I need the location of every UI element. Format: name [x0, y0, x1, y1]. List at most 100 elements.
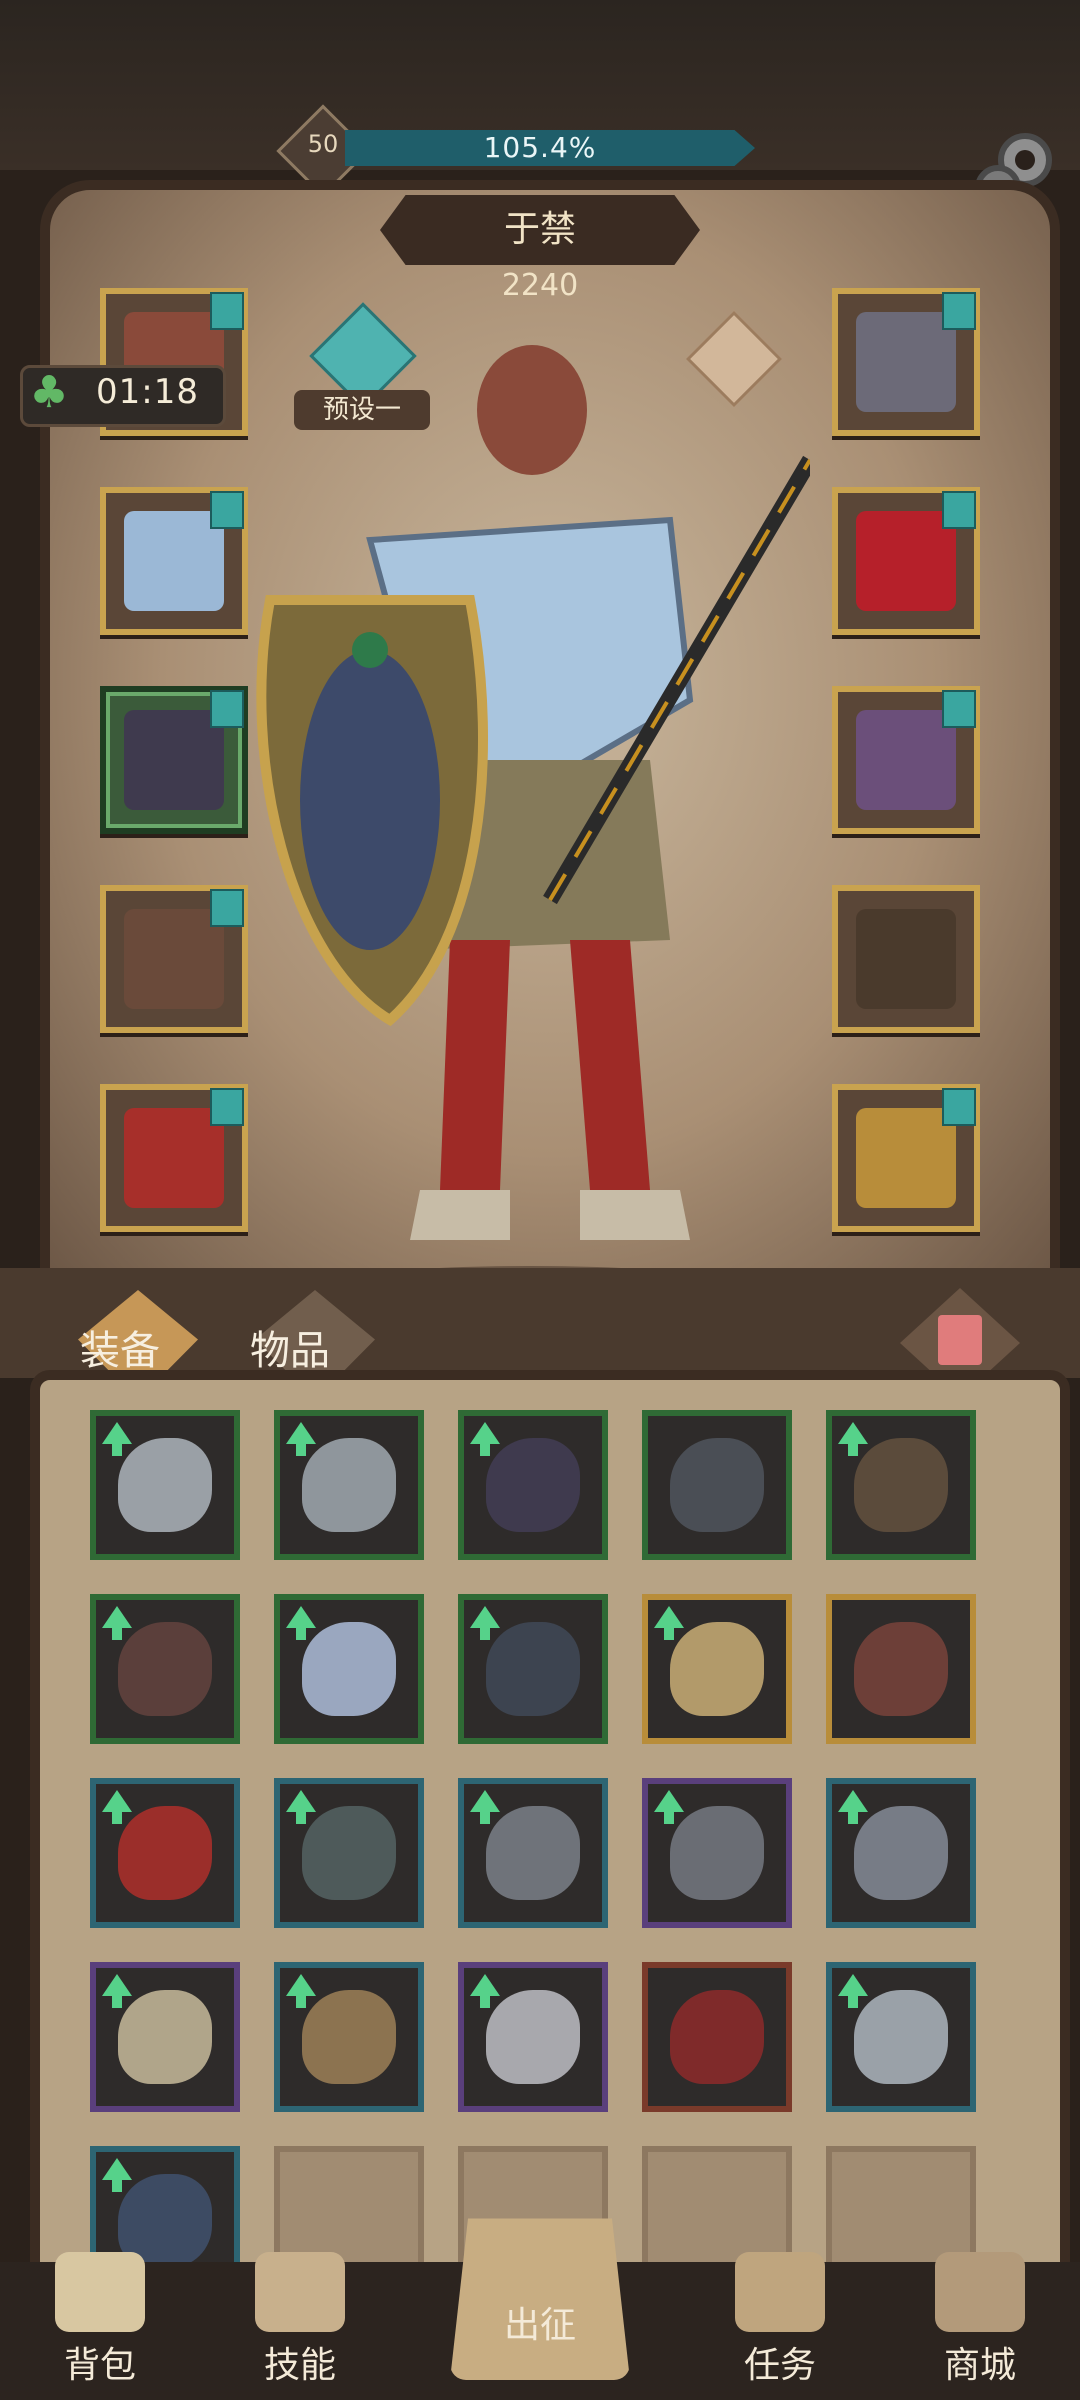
pants-icon [118, 1622, 212, 1716]
upgrade-arrow-icon [102, 1422, 132, 1456]
inventory-slot[interactable] [458, 1962, 608, 2112]
tab-equipment[interactable]: 装备 [80, 1318, 160, 1376]
inventory-slot[interactable] [274, 1962, 424, 2112]
quest-scroll-icon [735, 2252, 825, 2332]
ring-slot[interactable] [832, 487, 980, 635]
nav-backpack[interactable]: 背包 [0, 2252, 200, 2388]
nav-battle-label: 出征 [503, 2305, 576, 2346]
boots-icon [302, 1806, 396, 1900]
inventory-slot[interactable] [274, 1410, 424, 1560]
upgrade-arrow-icon [102, 1974, 132, 2008]
dark-gauntlet-icon [124, 710, 224, 810]
boots-icon [670, 1990, 764, 2084]
hero-character-figure [250, 340, 817, 1320]
boots-slot[interactable] [100, 1084, 248, 1232]
chest-armor-icon [486, 1990, 580, 2084]
inventory-slot[interactable] [90, 1410, 240, 1560]
inventory-slot[interactable] [642, 1594, 792, 1744]
inventory-slot[interactable] [826, 1962, 976, 2112]
upgrade-badge [210, 1088, 244, 1126]
hood-icon [670, 1438, 764, 1532]
ring-icon [302, 1438, 396, 1532]
inventory-slot[interactable] [90, 1594, 240, 1744]
upgrade-arrow-icon [102, 1606, 132, 1640]
bracer-icon [486, 1622, 580, 1716]
hero-name: 于禁 [503, 209, 576, 250]
boots-icon [854, 1438, 948, 1532]
pants-slot[interactable] [100, 885, 248, 1033]
upgrade-badge [210, 690, 244, 728]
offhand-slot[interactable] [832, 885, 980, 1033]
inventory-slot[interactable] [90, 1962, 240, 2112]
inventory-slot[interactable] [642, 1778, 792, 1928]
upgrade-arrow-icon [286, 1422, 316, 1456]
gloves-slot[interactable] [100, 686, 248, 834]
upgrade-badge [210, 491, 244, 529]
inventory-slot[interactable] [90, 1778, 240, 1928]
red-boots-icon [124, 1108, 224, 1208]
upgrade-badge [210, 292, 244, 330]
inventory-slot[interactable] [458, 1594, 608, 1744]
upgrade-arrow-icon [286, 1790, 316, 1824]
golden-shield-icon [856, 1108, 956, 1208]
backpack-icon [55, 2252, 145, 2332]
upgrade-arrow-icon [286, 1974, 316, 2008]
battle-map-icon[interactable] [450, 2218, 630, 2380]
inventory-slot[interactable] [274, 1594, 424, 1744]
upgrade-arrow-icon [838, 1790, 868, 1824]
upgrade-arrow-icon [102, 1790, 132, 1824]
inventory-slot[interactable] [642, 1962, 792, 2112]
upgrade-badge [942, 491, 976, 529]
ring-icon [118, 1438, 212, 1532]
hero-power: 2240 [501, 268, 579, 303]
amulet-icon [118, 1806, 212, 1900]
upgrade-arrow-icon [470, 1606, 500, 1640]
upgrade-arrow-icon [470, 1974, 500, 2008]
nav-skills-label: 技能 [263, 2345, 336, 2386]
inventory-slot[interactable] [458, 1778, 608, 1928]
upgrade-arrow-icon [838, 1422, 868, 1456]
nav-shop[interactable]: 商城 [880, 2252, 1080, 2388]
gauntlet-icon [486, 1438, 580, 1532]
inventory-slot[interactable] [826, 1594, 976, 1744]
sword-icon [486, 1806, 580, 1900]
upgrade-badge [942, 292, 976, 330]
timer-text: 01:18 [96, 372, 199, 412]
upgrade-arrow-icon [838, 1974, 868, 2008]
nav-backpack-label: 背包 [63, 2345, 136, 2386]
ring-icon [854, 1806, 948, 1900]
inventory-slot[interactable] [274, 1778, 424, 1928]
nav-shop-label: 商城 [943, 2345, 1016, 2386]
upgrade-arrow-icon [470, 1422, 500, 1456]
xp-percent-text: 105.4% [483, 131, 597, 164]
tab-items[interactable]: 物品 [250, 1318, 330, 1376]
ice-armor-icon [124, 511, 224, 611]
weapon-slot[interactable] [832, 686, 980, 834]
nav-battle[interactable]: 出征 [440, 2292, 640, 2348]
necklace-slot[interactable] [832, 288, 980, 436]
trash-icon [938, 1315, 982, 1365]
leather-skirt-icon [124, 909, 224, 1009]
helmet-icon [302, 1990, 396, 2084]
upgrade-arrow-icon [102, 2158, 132, 2192]
upgrade-arrow-icon [654, 1790, 684, 1824]
lightning-spear-icon [856, 909, 956, 1009]
upgrade-badge [210, 889, 244, 927]
demon-claw-icon [856, 710, 956, 810]
upgrade-badge [942, 1088, 976, 1126]
chain-skull-icon [856, 312, 956, 412]
fist-icon [670, 1622, 764, 1716]
inventory-slot[interactable] [826, 1778, 976, 1928]
chest-slot[interactable] [100, 487, 248, 635]
inventory-slot[interactable] [642, 1410, 792, 1560]
blade-icon [854, 1622, 948, 1716]
greaves-icon [670, 1806, 764, 1900]
skill-book-icon [255, 2252, 345, 2332]
shop-crown-icon [935, 2252, 1025, 2332]
nav-skills[interactable]: 技能 [200, 2252, 400, 2388]
nav-quests[interactable]: 任务 [680, 2252, 880, 2388]
inventory-slot[interactable] [458, 1410, 608, 1560]
inventory-slot[interactable] [826, 1410, 976, 1560]
shield-slot[interactable] [832, 1084, 980, 1232]
nav-quests-label: 任务 [743, 2345, 816, 2386]
